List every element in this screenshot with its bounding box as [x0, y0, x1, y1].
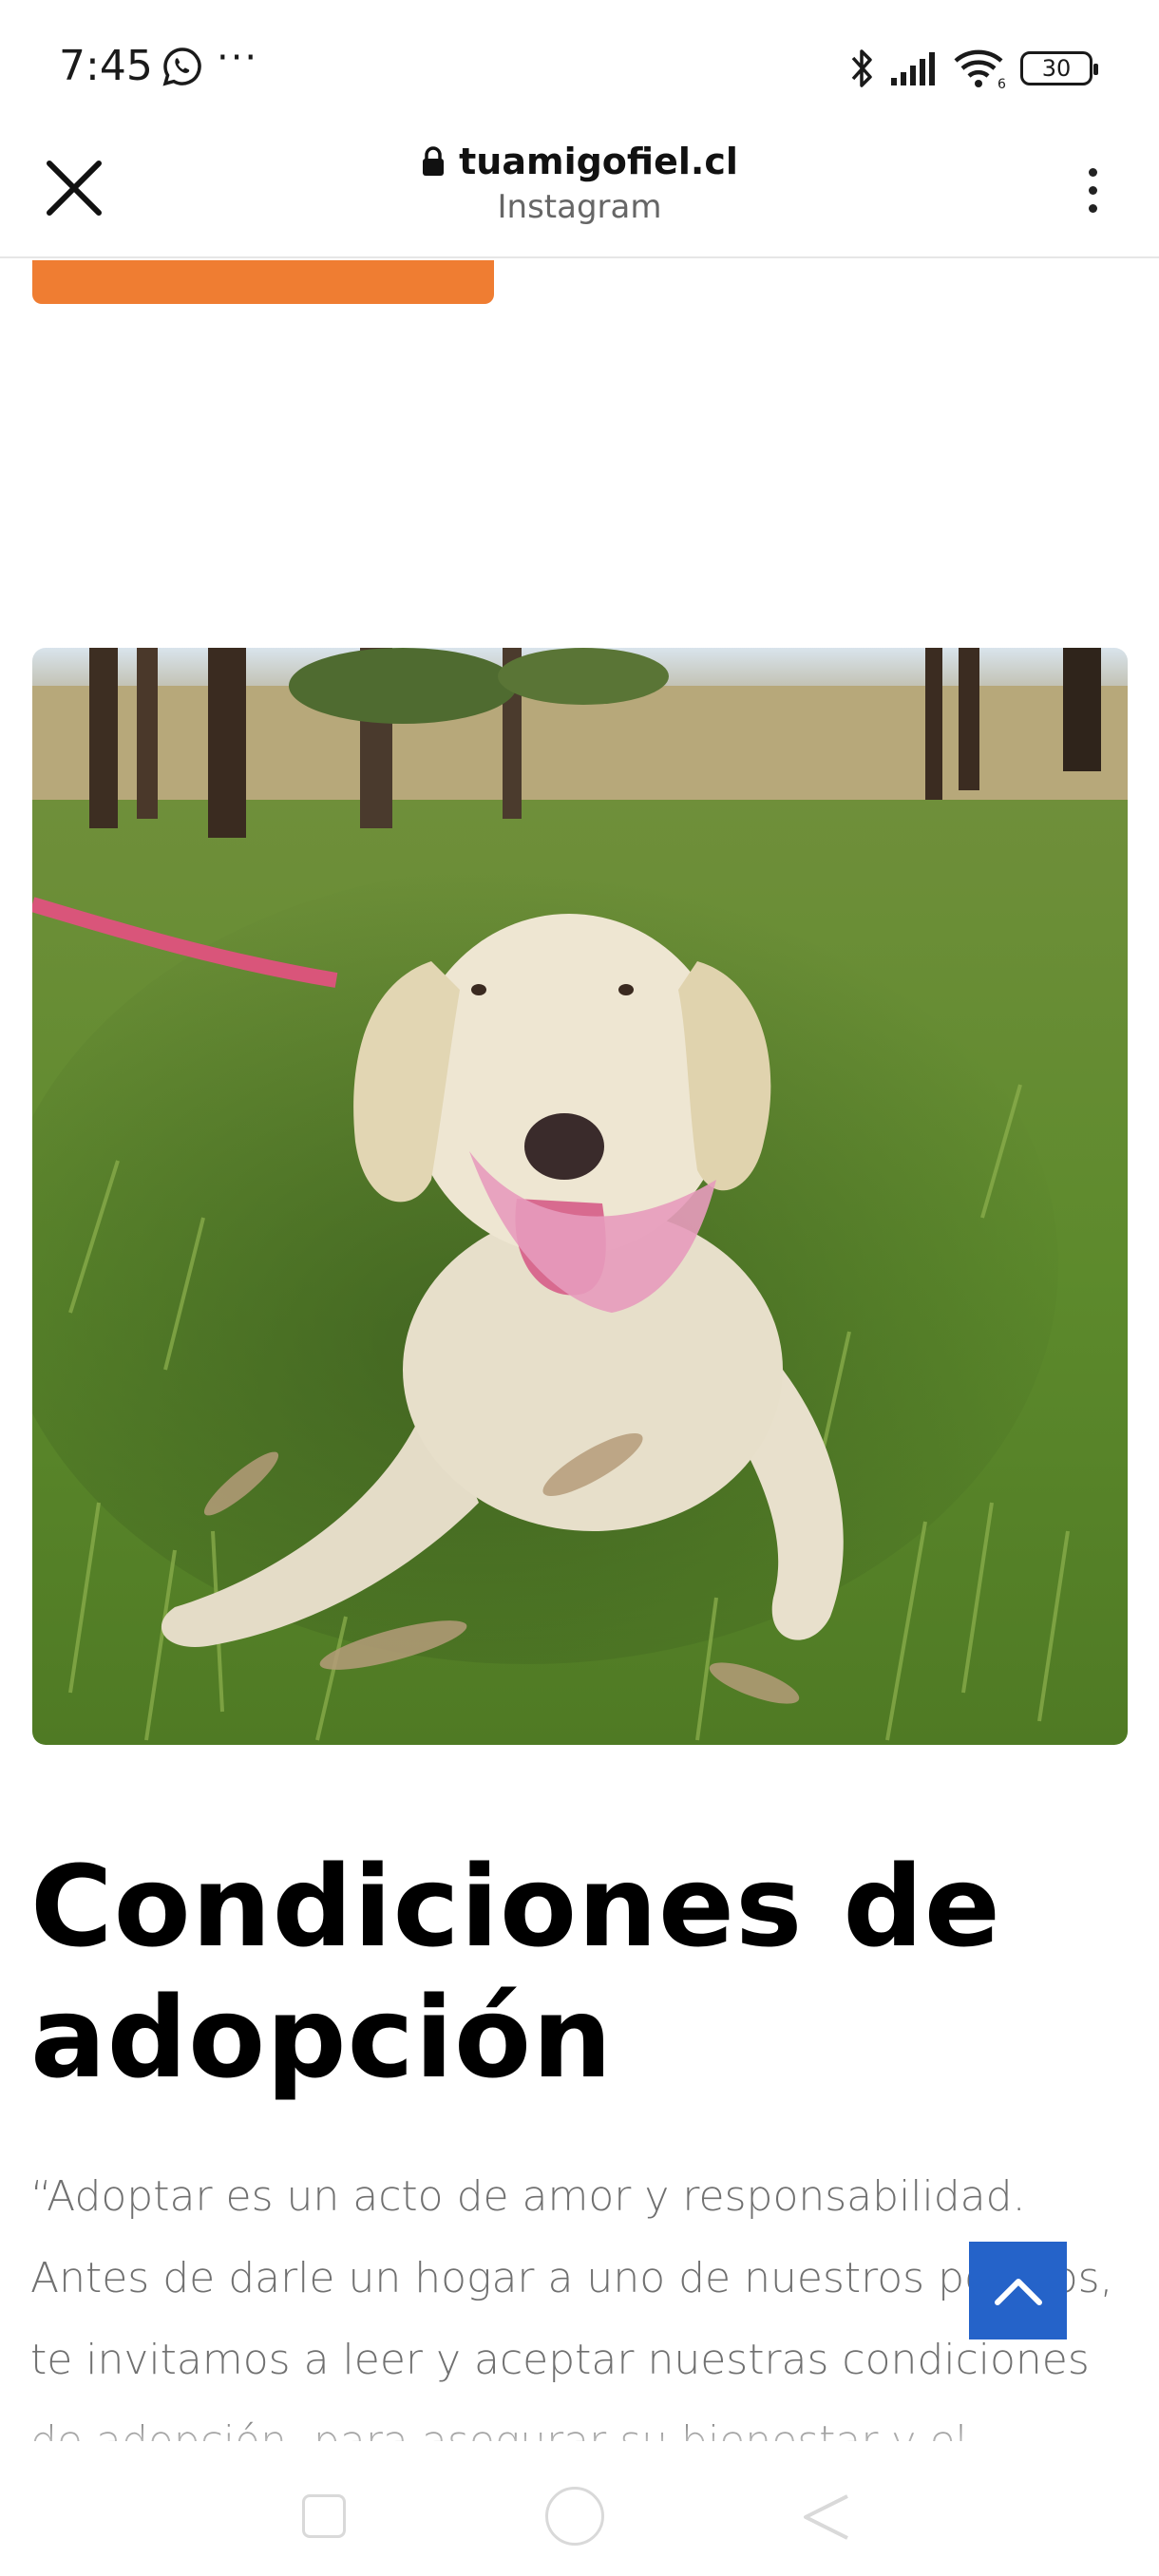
back-icon[interactable]: [798, 2487, 855, 2544]
address-bar[interactable]: tuamigofiel.cl Instagram: [294, 141, 864, 226]
url-text: tuamigofiel.cl: [459, 141, 738, 182]
adoption-intro-text: “Adoptar es un acto de amor y responsabi…: [30, 2172, 1113, 2441]
close-icon: [47, 161, 102, 216]
close-button[interactable]: [38, 152, 110, 224]
more-vert-icon: [1088, 167, 1097, 177]
more-options-button[interactable]: [1064, 152, 1121, 228]
url-subtitle: Instagram: [497, 188, 662, 226]
signal-icon: [891, 52, 935, 85]
bluetooth-icon: [851, 49, 872, 87]
recent-apps-icon[interactable]: [302, 2494, 346, 2538]
network-badge: 6: [998, 77, 1006, 89]
orange-cta-button[interactable]: [32, 260, 494, 304]
home-icon[interactable]: [545, 2487, 604, 2546]
lock-icon: [423, 146, 445, 176]
system-nav-bar: [0, 2460, 1159, 2576]
chevron-up-icon: [994, 2278, 1042, 2305]
whatsapp-icon: [162, 47, 201, 86]
status-icons: 6 30: [847, 46, 1098, 91]
battery-level: 30: [1041, 55, 1072, 82]
page-heading: Condiciones de adopción: [30, 1841, 1001, 2103]
dog-image: [32, 648, 1128, 1745]
browser-toolbar: tuamigofiel.cl Instagram: [0, 123, 1159, 258]
status-time: 7:45: [59, 42, 153, 90]
wifi-icon: 6: [954, 49, 1006, 89]
status-more-dots: ···: [217, 36, 259, 80]
dog-photo: [32, 648, 1128, 1745]
battery-icon: 30: [1020, 51, 1098, 85]
status-bar: 7:45 ··· 6 30: [0, 0, 1159, 123]
scroll-to-top-button[interactable]: [969, 2242, 1067, 2339]
